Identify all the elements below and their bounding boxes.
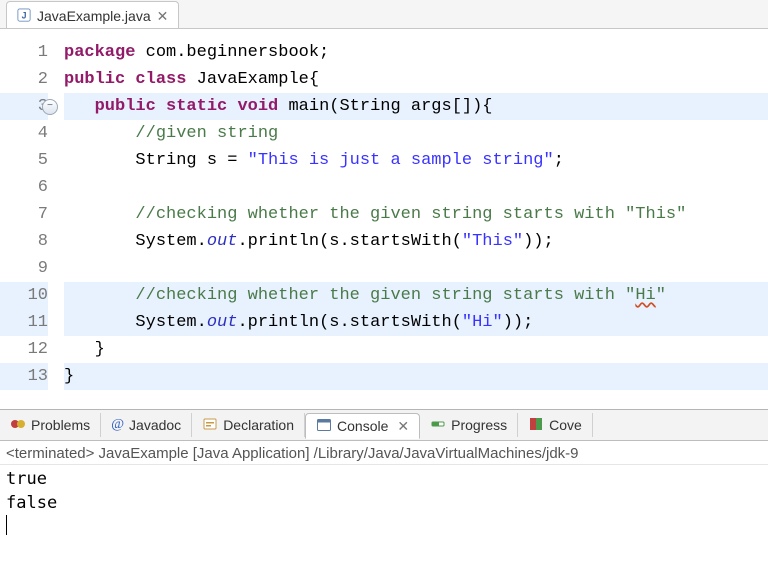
token-str: "Hi" xyxy=(462,313,503,332)
tab-coverage[interactable]: Cove xyxy=(518,413,593,437)
line-number: 11 xyxy=(0,309,48,336)
code-line[interactable] xyxy=(64,255,768,282)
console-cursor-line xyxy=(6,515,762,539)
token-kw: static xyxy=(166,97,227,116)
token-id: .beginnersbook; xyxy=(176,43,329,62)
tab-label: Cove xyxy=(549,417,582,433)
views-tab-bar: Problems @ Javadoc Declaration Console ✕… xyxy=(0,410,768,441)
token-id: com xyxy=(135,43,176,62)
line-number: 10 xyxy=(0,282,48,309)
token-fld: out xyxy=(207,232,238,251)
console-output[interactable]: truefalse xyxy=(0,465,768,545)
token-fld: out xyxy=(207,313,238,332)
line-number: 5 xyxy=(0,147,48,174)
caret-icon xyxy=(6,515,7,535)
tab-label: Problems xyxy=(31,417,90,433)
token-id: System. xyxy=(135,232,206,251)
line-number: 12 xyxy=(0,336,48,363)
token-id: main(String args[]){ xyxy=(278,97,492,116)
token-id xyxy=(125,70,135,89)
tab-label: Console xyxy=(337,418,388,434)
code-line[interactable] xyxy=(64,174,768,201)
console-line: false xyxy=(6,491,762,515)
code-line[interactable]: } xyxy=(64,363,768,390)
token-str: "This" xyxy=(462,232,523,251)
code-line[interactable]: public static void main(String args[]){ xyxy=(64,93,768,120)
code-line[interactable]: //checking whether the given string star… xyxy=(64,201,768,228)
code-line[interactable]: //given string xyxy=(64,120,768,147)
close-icon[interactable]: ✕ xyxy=(157,8,169,25)
line-number: 9 xyxy=(0,255,48,282)
code-line[interactable]: String s = "This is just a sample string… xyxy=(64,147,768,174)
token-cm: //checking whether the given string star… xyxy=(135,205,686,224)
line-number: 6 xyxy=(0,174,48,201)
progress-icon xyxy=(430,416,446,435)
console-icon xyxy=(316,417,332,436)
tab-console[interactable]: Console ✕ xyxy=(305,413,420,439)
code-line[interactable]: //checking whether the given string star… xyxy=(64,282,768,309)
token-id xyxy=(156,97,166,116)
token-id: System. xyxy=(135,313,206,332)
token-kw: public xyxy=(95,97,156,116)
token-cm: //given string xyxy=(135,124,278,143)
code-line[interactable]: } xyxy=(64,336,768,363)
code-area[interactable]: package com.beginnersbook;public class J… xyxy=(54,29,768,409)
tab-problems[interactable]: Problems xyxy=(0,413,101,437)
code-line[interactable]: package com.beginnersbook; xyxy=(64,39,768,66)
line-number-gutter: 123−45678910111213 xyxy=(0,29,54,409)
editor-tab-file[interactable]: J JavaExample.java ✕ xyxy=(6,1,179,28)
tab-javadoc[interactable]: @ Javadoc xyxy=(101,413,192,437)
problems-icon xyxy=(10,416,26,435)
token-cm: //checking whether the given string star… xyxy=(135,286,635,305)
java-file-icon: J xyxy=(17,8,31,25)
tab-label: Javadoc xyxy=(129,417,181,433)
token-id: )); xyxy=(503,313,534,332)
token-id: String s = xyxy=(135,151,247,170)
console-line: true xyxy=(6,467,762,491)
svg-text:J: J xyxy=(22,10,27,20)
token-kw: public xyxy=(64,70,125,89)
tab-label: Declaration xyxy=(223,417,294,433)
fold-marker-icon[interactable]: − xyxy=(42,99,58,115)
declaration-icon xyxy=(202,416,218,435)
token-kw: class xyxy=(135,70,186,89)
code-line[interactable]: System.out.println(s.startsWith("Hi")); xyxy=(64,309,768,336)
token-id: ; xyxy=(554,151,564,170)
token-kw: package xyxy=(64,43,135,62)
close-icon[interactable]: ✕ xyxy=(397,418,409,435)
token-id: JavaExample{ xyxy=(186,70,319,89)
line-number: 7 xyxy=(0,201,48,228)
token-cm: Hi xyxy=(635,286,655,305)
tab-declaration[interactable]: Declaration xyxy=(192,413,305,437)
line-number: 2 xyxy=(0,66,48,93)
coverage-icon xyxy=(528,416,544,435)
line-number: 1 xyxy=(0,39,48,66)
code-line[interactable]: System.out.println(s.startsWith("This"))… xyxy=(64,228,768,255)
javadoc-icon: @ xyxy=(111,417,124,433)
code-editor[interactable]: 123−45678910111213 package com.beginners… xyxy=(0,29,768,410)
line-number: 4 xyxy=(0,120,48,147)
token-str: "This is just a sample string" xyxy=(248,151,554,170)
console-process-text: <terminated> JavaExample [Java Applicati… xyxy=(6,445,579,462)
console-process-header: <terminated> JavaExample [Java Applicati… xyxy=(0,441,768,465)
token-cm: " xyxy=(656,286,666,305)
editor-tab-label: JavaExample.java xyxy=(37,8,151,24)
tab-progress[interactable]: Progress xyxy=(420,413,518,437)
token-id: } xyxy=(64,367,74,386)
line-number: 8 xyxy=(0,228,48,255)
token-id: .println(s.startsWith( xyxy=(237,313,461,332)
code-line[interactable]: public class JavaExample{ xyxy=(64,66,768,93)
tab-label: Progress xyxy=(451,417,507,433)
editor-tab-bar: J JavaExample.java ✕ xyxy=(0,0,768,29)
token-kw: void xyxy=(237,97,278,116)
token-id: .println(s.startsWith( xyxy=(237,232,461,251)
line-number: 13 xyxy=(0,363,48,390)
line-number: 3− xyxy=(0,93,48,120)
token-id: } xyxy=(95,340,105,359)
token-id xyxy=(227,97,237,116)
token-id: )); xyxy=(523,232,554,251)
